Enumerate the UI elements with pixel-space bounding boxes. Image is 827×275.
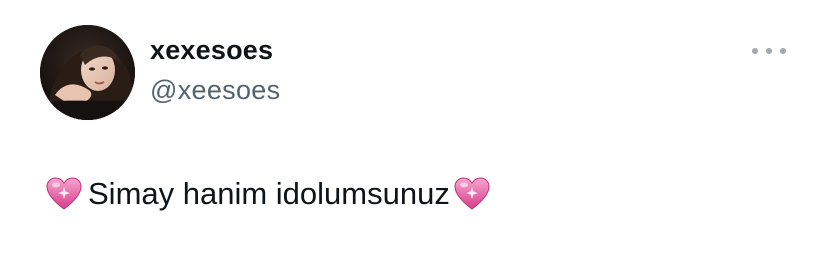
sparkling-heart-icon xyxy=(44,174,84,214)
display-name[interactable]: xexesoes xyxy=(150,35,273,66)
avatar-photo xyxy=(40,25,135,120)
more-options-icon[interactable] xyxy=(752,40,786,62)
sparkling-heart-icon xyxy=(452,174,492,214)
tweet-text: Simay hanim idolumsunuz xyxy=(44,172,492,216)
tweet-card: xexesoes @xeesoes Simay hanim idolumsunu… xyxy=(0,0,827,275)
tweet-body: Simay hanim idolumsunuz xyxy=(88,176,450,211)
avatar[interactable] xyxy=(40,25,135,120)
more-dot xyxy=(766,48,772,54)
user-handle[interactable]: @xeesoes xyxy=(150,75,280,106)
more-dot xyxy=(780,48,786,54)
more-dot xyxy=(752,48,758,54)
